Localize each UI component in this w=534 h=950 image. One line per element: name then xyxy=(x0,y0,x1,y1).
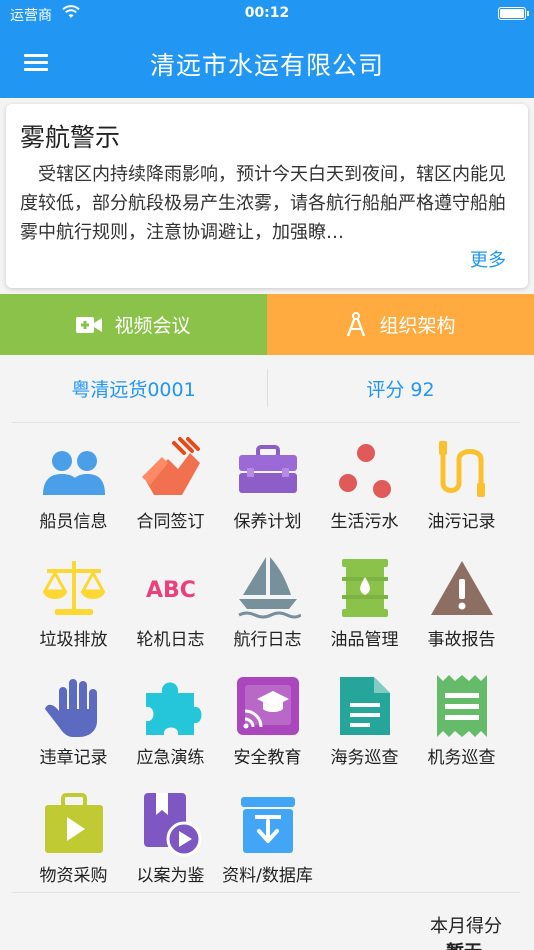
grid-label: 安全教育 xyxy=(233,748,302,768)
video-meeting-label: 视频会议 xyxy=(114,315,191,337)
oil-pipe-icon xyxy=(439,441,485,497)
grid-item-emergency-drill[interactable]: 应急演练 xyxy=(122,659,219,777)
compass-icon xyxy=(347,311,366,336)
crew-icon xyxy=(43,451,105,495)
grid-label: 以案为鉴 xyxy=(136,866,205,886)
grid-item-contract[interactable]: 合同签订 xyxy=(122,423,219,541)
divider xyxy=(12,892,520,893)
grid-item-voyage-log[interactable]: 航行日志 xyxy=(219,541,316,659)
grid-label: 机务巡查 xyxy=(427,748,496,768)
archive-icon xyxy=(241,797,295,853)
video-meeting-button[interactable]: 视频会议 xyxy=(0,294,267,355)
grid-item-oil-management[interactable]: 油品管理 xyxy=(316,541,413,659)
video-camera-icon xyxy=(76,316,103,333)
grid-item-marine-inspection[interactable]: 海务巡查 xyxy=(316,659,413,777)
grid-item-safety-education[interactable]: 安全教育 xyxy=(219,659,316,777)
grid-label: 轮机日志 xyxy=(136,630,205,650)
grid-label: 油污记录 xyxy=(427,512,496,532)
grid-label: 海务巡查 xyxy=(330,748,399,768)
notice-body: 受辖区内持续降雨影响，预计今天白天到夜间，辖区内能见度较低，部分航段极易产生浓雾… xyxy=(20,164,506,243)
hand-icon xyxy=(45,679,97,737)
monthly-score-value: 暂无 xyxy=(446,938,482,950)
grid-item-maintenance[interactable]: 保养计划 xyxy=(219,423,316,541)
receipt-icon xyxy=(437,675,487,737)
grid-item-database[interactable]: 资料/数据库 xyxy=(219,777,316,895)
grid-label: 航行日志 xyxy=(233,630,302,650)
handshake-icon xyxy=(142,437,200,495)
grid-label: 保养计划 xyxy=(233,512,302,532)
more-link[interactable]: 更多 xyxy=(470,246,506,272)
cast-education-icon xyxy=(237,677,299,735)
puzzle-icon xyxy=(146,682,202,735)
notice-card[interactable]: 雾航警示 受辖区内持续降雨影响，预计今天白天到夜间，辖区内能见度较低，部分航段极… xyxy=(6,104,528,288)
grid-item-garbage[interactable]: 垃圾排放 xyxy=(25,541,122,659)
grid-item-case-study[interactable]: 以案为鉴 xyxy=(122,777,219,895)
grid-item-procurement[interactable]: 物资采购 xyxy=(25,777,122,895)
grid-label: 生活污水 xyxy=(330,512,399,532)
battery-icon xyxy=(498,7,529,20)
ship-score[interactable]: 评分 92 xyxy=(267,355,534,421)
ship-name[interactable]: 粤清远货0001 xyxy=(0,355,267,421)
grid-item-violation[interactable]: 违章记录 xyxy=(25,659,122,777)
oil-drum-icon xyxy=(342,559,388,617)
notice-title: 雾航警示 xyxy=(20,123,121,152)
document-icon xyxy=(340,677,390,735)
grid-item-crew-info[interactable]: 船员信息 xyxy=(25,423,122,541)
scale-icon xyxy=(42,561,106,615)
grid-label: 油品管理 xyxy=(330,630,399,650)
grid-label: 资料/数据库 xyxy=(222,866,313,886)
grid-item-accident-report[interactable]: 事故报告 xyxy=(413,541,510,659)
svg-text:ABC: ABC xyxy=(146,578,196,603)
monthly-score-label: 本月得分 xyxy=(430,916,502,937)
page-title: 清远市水运有限公司 xyxy=(149,51,384,80)
grid-item-engine-log[interactable]: ABC 轮机日志 xyxy=(122,541,219,659)
warning-icon xyxy=(431,561,493,615)
grid-label: 物资采购 xyxy=(39,866,108,886)
play-bag-icon xyxy=(45,793,103,853)
org-structure-label: 组织架构 xyxy=(379,315,456,337)
grid-label: 事故报告 xyxy=(427,630,496,650)
grid-label: 船员信息 xyxy=(39,512,108,532)
dots-icon xyxy=(339,444,391,498)
grid-item-sewage[interactable]: 生活污水 xyxy=(316,423,413,541)
video-book-icon xyxy=(144,793,202,857)
grid-label: 违章记录 xyxy=(39,748,108,768)
toolbox-icon xyxy=(239,445,297,493)
abc-icon: ABC xyxy=(146,578,196,603)
grid-label: 应急演练 xyxy=(136,748,205,768)
action-row: 视频会议 组织架构 xyxy=(0,294,534,355)
org-structure-button[interactable]: 组织架构 xyxy=(267,294,534,355)
ship-info-row: 粤清远货0001 评分 92 xyxy=(0,355,534,421)
sailboat-icon xyxy=(238,557,301,619)
grid-label: 合同签订 xyxy=(136,512,205,532)
grid-item-oil-record[interactable]: 油污记录 xyxy=(413,423,510,541)
grid-label: 垃圾排放 xyxy=(39,630,108,650)
grid-item-engineering-inspection[interactable]: 机务巡查 xyxy=(413,659,510,777)
clock: 00:12 xyxy=(244,5,290,21)
app-header: 清远市水运有限公司 xyxy=(0,28,534,98)
status-bar: 运营商 00:12 xyxy=(0,0,534,28)
